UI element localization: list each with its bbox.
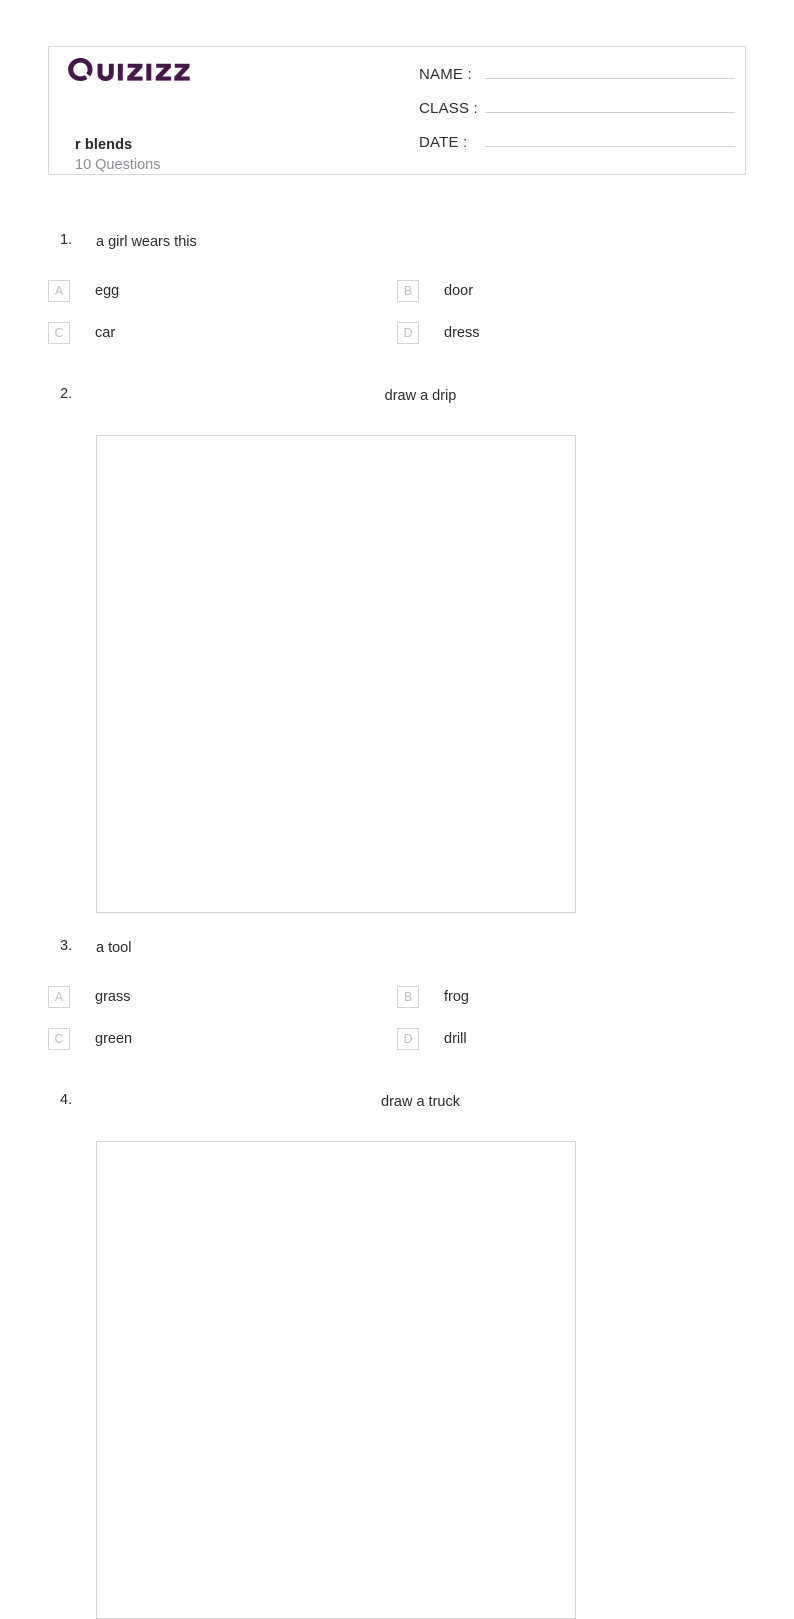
class-label: CLASS : [419,100,478,117]
question-item: 3. a tool A grass B frog C green D drill [0,938,794,1070]
option-label: door [444,283,474,299]
worksheet-question-count: 10 Questions [75,157,161,173]
question-number: 3. [60,938,73,954]
option-letter-badge: B [397,280,419,302]
option-c[interactable]: C green [48,1028,132,1050]
quizizz-wordmark-logo [68,58,190,81]
option-a[interactable]: A grass [48,986,130,1008]
option-letter-badge: D [397,322,419,344]
question-spacer [0,913,794,938]
option-d[interactable]: D dress [397,322,479,344]
option-b[interactable]: B door [397,280,473,302]
option-letter-badge: D [397,1028,419,1050]
drawing-answer-box[interactable] [96,1141,576,1619]
name-input-line[interactable] [485,61,735,79]
question-header: 2. draw a drip [0,386,794,416]
options-grid: A grass B frog C green D drill [0,986,794,1070]
option-b[interactable]: B frog [397,986,469,1008]
option-label: grass [95,989,131,1005]
class-field-row: CLASS : [419,95,735,129]
question-item: 4. draw a truck [0,1092,794,1619]
question-spacer [0,1070,794,1092]
option-a[interactable]: A egg [48,280,119,302]
option-letter-badge: A [48,280,70,302]
name-label: NAME : [419,66,472,83]
question-number: 1. [60,232,73,248]
option-label: drill [444,1031,467,1047]
worksheet-header: r blends 10 Questions NAME : CLASS : DAT… [48,46,746,175]
date-label: DATE : [419,134,468,151]
option-label: frog [444,989,469,1005]
worksheet-page: r blends 10 Questions NAME : CLASS : DAT… [0,0,794,1619]
student-info-fields: NAME : CLASS : DATE : [419,61,735,163]
question-prompt: draw a truck [381,1094,460,1110]
drawing-answer-box[interactable] [96,435,576,913]
question-number: 2. [60,386,73,402]
question-prompt: a tool [96,940,132,956]
class-input-line[interactable] [485,95,735,113]
options-grid: A egg B door C car D dress [0,280,794,364]
option-label: car [95,325,116,341]
options-row: C green D drill [0,1028,794,1070]
option-label: dress [444,325,480,341]
options-row: A egg B door [0,280,794,322]
option-label: green [95,1031,133,1047]
options-row: C car D dress [0,322,794,364]
option-letter-badge: A [48,986,70,1008]
question-header: 3. a tool [0,938,794,968]
question-prompt: a girl wears this [96,234,197,250]
option-c[interactable]: C car [48,322,115,344]
question-header: 1. a girl wears this [0,232,794,262]
option-d[interactable]: D drill [397,1028,467,1050]
option-label: egg [95,283,120,299]
option-letter-badge: B [397,986,419,1008]
option-letter-badge: C [48,1028,70,1050]
questions-list: 1. a girl wears this A egg B door C car … [0,232,794,1619]
question-prompt: draw a drip [384,388,457,404]
question-item: 1. a girl wears this A egg B door C car … [0,232,794,364]
question-number: 4. [60,1092,73,1108]
date-field-row: DATE : [419,129,735,163]
brand-block: r blends 10 Questions [61,57,401,173]
name-field-row: NAME : [419,61,735,95]
question-item: 2. draw a drip [0,386,794,913]
option-letter-badge: C [48,322,70,344]
question-header: 4. draw a truck [0,1092,794,1122]
options-row: A grass B frog [0,986,794,1028]
worksheet-title: r blends [75,137,133,153]
question-spacer [0,364,794,386]
date-input-line[interactable] [485,129,735,147]
